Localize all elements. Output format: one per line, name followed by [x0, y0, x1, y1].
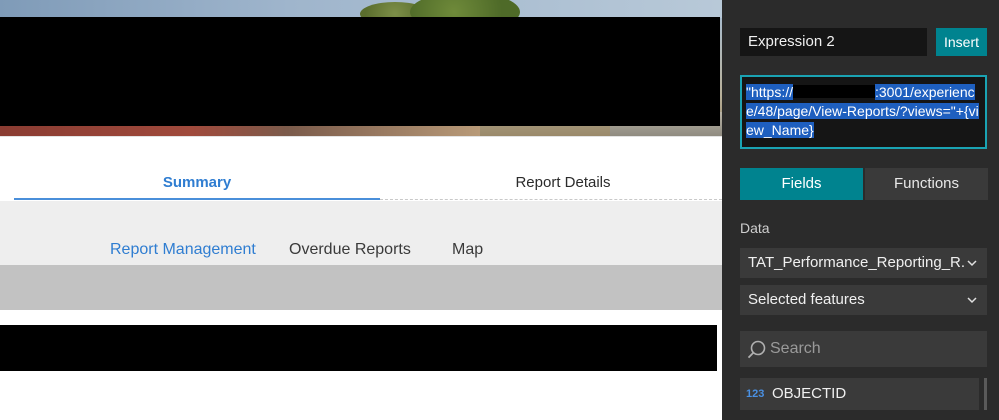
field-list-item[interactable]: 123 OBJECTID [740, 378, 979, 410]
tab-summary[interactable]: Summary [14, 174, 380, 198]
field-list-scrollbar[interactable] [984, 378, 987, 410]
expression-prefix: "https:// [746, 84, 793, 100]
field-search-input[interactable]: Search [740, 331, 987, 367]
tab-bar-divider [380, 199, 722, 200]
tab-map[interactable]: Map [452, 241, 483, 259]
selection-mode-value: Selected features [748, 291, 865, 308]
toolbar-band [0, 265, 722, 310]
redacted-content-block [0, 325, 717, 371]
tab-overdue-reports[interactable]: Overdue Reports [289, 241, 411, 259]
data-section-label: Data [740, 220, 770, 236]
search-icon [747, 340, 766, 359]
redacted-banner-block [0, 17, 720, 126]
search-placeholder: Search [770, 340, 821, 357]
tab-report-management[interactable]: Report Management [110, 241, 256, 259]
tab-report-details[interactable]: Report Details [380, 174, 722, 198]
expression-name-input[interactable] [740, 28, 927, 56]
expression-editor[interactable]: "https://:3001/experience/48/page/View-R… [740, 75, 987, 149]
data-source-dropdown[interactable]: TAT_Performance_Reporting_R... [740, 248, 987, 278]
expression-builder-panel: Insert "https://:3001/experience/48/page… [722, 0, 999, 420]
chevron-down-icon [967, 297, 977, 304]
app-canvas: Summary Report Details Report Management… [0, 0, 722, 420]
selection-mode-dropdown[interactable]: Selected features [740, 285, 987, 315]
insert-button[interactable]: Insert [936, 28, 987, 56]
expression-text: "https://:3001/experience/48/page/View-R… [746, 83, 981, 140]
secondary-tab-bar: Report Management Overdue Reports Map [0, 201, 722, 265]
fields-tab-button[interactable]: Fields [740, 168, 863, 200]
chevron-down-icon [967, 260, 977, 267]
header-banner-image [0, 0, 722, 136]
field-name: OBJECTID [772, 385, 847, 402]
redacted-host [793, 85, 875, 98]
number-type-icon: 123 [746, 388, 765, 400]
tab-summary-underline [14, 198, 380, 200]
data-source-value: TAT_Performance_Reporting_R... [748, 254, 966, 271]
functions-tab-button[interactable]: Functions [865, 168, 988, 200]
